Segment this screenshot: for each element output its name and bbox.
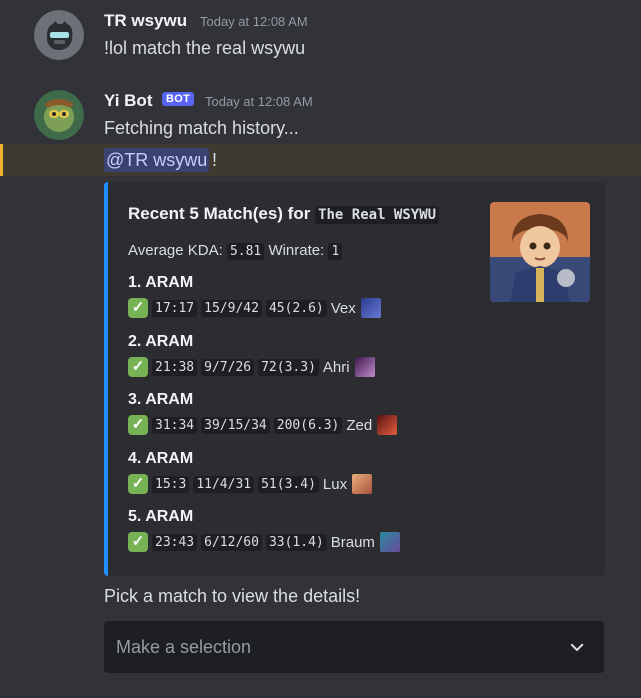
avg-kda-label: Average KDA: (128, 242, 223, 259)
match-stats: ✓ 17:17 15/9/42 45(2.6) Vex (128, 298, 381, 318)
match-title: 4. ARAM (128, 450, 194, 467)
match-duration: 15:3 (152, 475, 190, 493)
champion-name: Vex (330, 299, 356, 317)
match-cs: 33(1.4) (265, 533, 327, 551)
match-select-dropdown[interactable]: Make a selection (104, 621, 604, 673)
avg-kda-value: 5.81 (226, 243, 265, 260)
check-icon: ✓ (128, 298, 148, 318)
check-icon: ✓ (128, 357, 148, 377)
match-title: 5. ARAM (128, 508, 194, 525)
user-mention[interactable]: @TR wsywu (104, 148, 210, 172)
select-placeholder: Make a selection (116, 637, 252, 657)
bot-avatar[interactable] (34, 90, 84, 140)
timestamp: Today at 12:08 AM (200, 14, 308, 29)
match-stats: ✓ 15:3 11/4/31 51(3.4) Lux (128, 474, 373, 494)
match-duration: 21:38 (152, 358, 198, 376)
champion-name: Ahri (322, 358, 350, 376)
embed-title: Recent 5 Match(es) for The Real WSYWU (128, 204, 440, 224)
username[interactable]: Yi Bot (104, 91, 152, 111)
champion-icon (379, 532, 400, 552)
match-cs: 200(6.3) (273, 416, 343, 434)
summary-line: Average KDA: 5.81 Winrate: 1 (128, 242, 343, 260)
champion-name: Lux (322, 475, 348, 493)
message-text: !lol match the real wsywu (104, 38, 306, 58)
timestamp: Today at 12:08 AM (205, 94, 313, 109)
player-name: The Real WSYWU (315, 206, 440, 224)
check-icon: ✓ (128, 474, 148, 494)
champion-name: Braum (330, 533, 375, 551)
match-kda: 15/9/42 (201, 299, 262, 317)
winrate-value: 1 (328, 243, 343, 260)
message-text: Fetching match history... (104, 118, 299, 138)
match-title: 1. ARAM (128, 274, 194, 291)
match-title: 3. ARAM (128, 391, 194, 408)
winrate-label: Winrate: (268, 242, 325, 259)
match-title: 2. ARAM (128, 333, 194, 350)
match-duration: 17:17 (152, 299, 198, 317)
match-cs: 72(3.3) (258, 358, 319, 376)
bot-badge: BOT (162, 92, 195, 106)
check-icon: ✓ (128, 415, 148, 435)
mention-suffix: ! (212, 150, 218, 170)
match-duration: 31:34 (152, 416, 198, 434)
champion-icon (354, 357, 375, 377)
champion-icon (360, 298, 381, 318)
match-stats: ✓ 23:43 6/12/60 33(1.4) Braum (128, 532, 400, 552)
chevron-down-icon[interactable] (568, 638, 586, 656)
match-kda: 39/15/34 (201, 416, 270, 434)
username[interactable]: TR wsywu (104, 11, 187, 31)
match-kda: 9/7/26 (201, 358, 255, 376)
champion-thumbnail[interactable] (490, 202, 590, 302)
match-stats: ✓ 21:38 9/7/26 72(3.3) Ahri (128, 357, 375, 377)
footer-text: Pick a match to view the details! (104, 586, 361, 606)
match-cs: 45(2.6) (265, 299, 327, 317)
mention-highlight (0, 144, 641, 176)
user-avatar[interactable] (34, 10, 84, 60)
match-embed: Recent 5 Match(es) for The Real WSYWU Av… (104, 182, 605, 576)
match-duration: 23:43 (152, 533, 198, 551)
embed-title-prefix: Recent 5 Match(es) for (128, 204, 311, 223)
match-kda: 11/4/31 (193, 475, 255, 493)
match-cs: 51(3.4) (258, 475, 319, 493)
champion-name: Zed (346, 416, 373, 434)
match-kda: 6/12/60 (201, 533, 262, 551)
champion-icon (352, 474, 373, 494)
champion-icon (377, 415, 398, 435)
match-stats: ✓ 31:34 39/15/34 200(6.3) Zed (128, 415, 398, 435)
check-icon: ✓ (128, 532, 148, 552)
